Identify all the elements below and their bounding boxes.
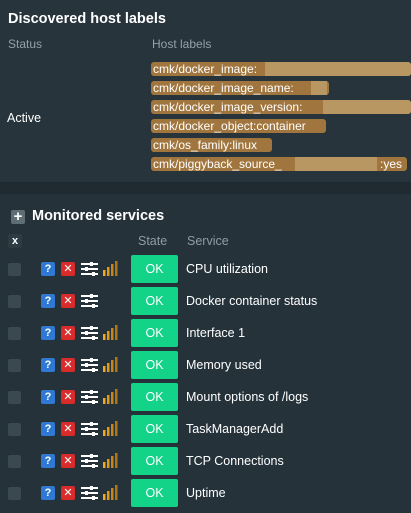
menu-icon[interactable] (81, 486, 98, 500)
table-row: ? ✕ OK Interface 1 (0, 318, 411, 348)
expand-plus-icon[interactable]: + (11, 209, 25, 224)
menu-icon[interactable] (81, 326, 98, 340)
delete-icon[interactable]: ✕ (61, 358, 75, 372)
help-icon[interactable]: ? (41, 422, 55, 436)
perfometer-icon[interactable] (102, 324, 118, 340)
menu-icon[interactable] (81, 454, 98, 468)
help-icon[interactable]: ? (41, 294, 55, 308)
service-checkbox[interactable] (8, 487, 21, 500)
menu-icon[interactable] (81, 358, 98, 372)
service-checkbox[interactable] (8, 391, 21, 404)
table-row: ? ✕ OK Docker container status (0, 286, 411, 316)
state-badge: OK (131, 383, 178, 411)
service-name[interactable]: Interface 1 (186, 326, 245, 340)
table-row: ? ✕ OK Mount options of /logs (0, 382, 411, 412)
table-row: ? ✕ OK CPU utilization (0, 254, 411, 284)
host-label-tag[interactable]: cmk/docker_image_version: (151, 100, 411, 114)
status-column-header: Status (8, 37, 43, 51)
help-icon[interactable]: ? (41, 454, 55, 468)
state-badge: OK (131, 319, 178, 347)
delete-icon[interactable]: ✕ (61, 326, 75, 340)
help-icon[interactable]: ? (41, 262, 55, 276)
host-label-tag[interactable]: cmk/os_family:linux (151, 138, 272, 152)
delete-icon[interactable]: ✕ (61, 294, 75, 308)
state-badge: OK (131, 415, 178, 443)
help-icon[interactable]: ? (41, 390, 55, 404)
service-name[interactable]: Uptime (186, 486, 226, 500)
service-name[interactable]: Memory used (186, 358, 262, 372)
state-badge: OK (131, 255, 178, 283)
perfometer-icon[interactable] (102, 452, 118, 468)
perfometer-icon[interactable] (102, 420, 118, 436)
state-badge: OK (131, 479, 178, 507)
state-badge: OK (131, 447, 178, 475)
state-column-header: State (138, 234, 168, 248)
perfometer-icon[interactable] (102, 388, 118, 404)
state-badge: OK (131, 351, 178, 379)
menu-icon[interactable] (81, 294, 98, 308)
service-name[interactable]: CPU utilization (186, 262, 268, 276)
menu-icon[interactable] (81, 262, 98, 276)
service-name[interactable]: Mount options of /logs (186, 390, 308, 404)
service-checkbox[interactable] (8, 359, 21, 372)
service-checkbox[interactable] (8, 295, 21, 308)
delete-icon[interactable]: ✕ (61, 422, 75, 436)
service-checkbox[interactable] (8, 455, 21, 468)
menu-icon[interactable] (81, 390, 98, 404)
table-row: ? ✕ OK TaskManagerAdd (0, 414, 411, 444)
perfometer-icon[interactable] (102, 484, 118, 500)
help-icon[interactable]: ? (41, 326, 55, 340)
table-row: ? ✕ OK TCP Connections (0, 446, 411, 476)
help-icon[interactable]: ? (41, 486, 55, 500)
monitored-services-title: Monitored services (32, 208, 165, 224)
delete-icon[interactable]: ✕ (61, 486, 75, 500)
service-name[interactable]: Docker container status (186, 294, 317, 308)
service-column-header: Service (187, 234, 229, 248)
table-row: ? ✕ OK Memory used (0, 350, 411, 380)
host-label-tag[interactable]: cmk/docker_object:container (151, 119, 326, 133)
status-value: Active (7, 111, 42, 125)
delete-icon[interactable]: ✕ (61, 262, 75, 276)
service-name[interactable]: TaskManagerAdd (186, 422, 283, 436)
host-labels-column-header: Host labels (152, 37, 212, 51)
service-checkbox[interactable] (8, 327, 21, 340)
help-icon[interactable]: ? (41, 358, 55, 372)
menu-icon[interactable] (81, 422, 98, 436)
service-name[interactable]: TCP Connections (186, 454, 284, 468)
delete-icon[interactable]: ✕ (61, 390, 75, 404)
service-checkbox[interactable] (8, 263, 21, 276)
host-label-tag[interactable]: cmk/docker_image: (151, 62, 411, 76)
state-badge: OK (131, 287, 178, 315)
host-label-tag[interactable]: cmk/docker_image_name: (151, 81, 329, 95)
service-checkbox[interactable] (8, 423, 21, 436)
perfometer-icon[interactable] (102, 356, 118, 372)
perfometer-icon[interactable] (102, 260, 118, 276)
host-label-tag[interactable]: cmk/piggyback_source_ :yes (151, 157, 407, 171)
host-labels-list: cmk/docker_image: cmk/docker_image_name:… (151, 62, 411, 176)
table-row: ? ✕ OK Uptime (0, 478, 411, 508)
delete-icon[interactable]: ✕ (61, 454, 75, 468)
toggle-all-checkbox[interactable]: x (8, 234, 22, 248)
discovered-host-labels-title: Discovered host labels (8, 11, 166, 27)
